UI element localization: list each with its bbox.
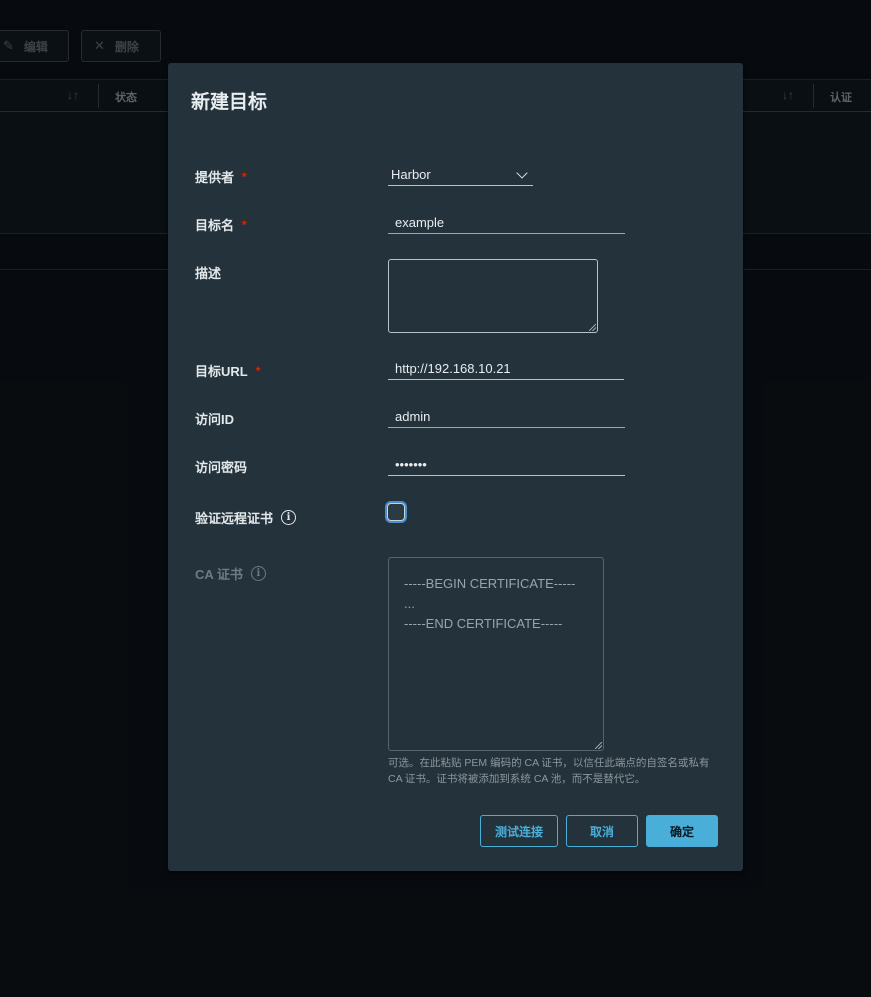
target-url-input[interactable] <box>388 358 624 380</box>
info-icon[interactable]: i <box>281 510 297 525</box>
description-textarea[interactable] <box>388 259 598 333</box>
provider-select-value: Harbor <box>391 167 431 182</box>
access-id-label: 访问ID <box>195 409 234 428</box>
ca-cert-placeholder-line: ... <box>404 596 415 611</box>
resize-grip-icon <box>589 324 596 331</box>
target-name-input[interactable] <box>388 212 625 234</box>
ca-cert-help-text: 可选。在此粘贴 PEM 编码的 CA 证书，以信任此端点的自签名或私有 CA 证… <box>388 757 710 785</box>
description-label: 描述 <box>195 263 221 282</box>
ca-cert-placeholder-line: -----BEGIN CERTIFICATE----- <box>404 576 576 591</box>
new-target-dialog: 新建目标 提供者 * Harbor 目标名 * 描述 目标URL * 访问ID … <box>168 63 743 871</box>
access-secret-label: 访问密码 <box>195 457 247 476</box>
target-name-label-text: 目标名 <box>195 218 235 233</box>
ok-button[interactable]: 确定 <box>646 815 718 847</box>
target-url-label-text: 目标URL <box>195 364 248 379</box>
ca-cert-label: CA 证书 i <box>195 564 266 583</box>
ca-cert-label-text: CA 证书 <box>195 567 243 582</box>
ca-cert-textarea[interactable]: -----BEGIN CERTIFICATE----- ... -----END… <box>388 557 604 751</box>
verify-cert-label-text: 验证远程证书 <box>195 511 274 526</box>
resize-grip-icon[interactable] <box>595 742 602 749</box>
chevron-down-icon <box>516 166 528 179</box>
verify-cert-label: 验证远程证书 i <box>195 508 297 527</box>
access-secret-input[interactable] <box>388 454 625 476</box>
access-id-input[interactable] <box>388 406 625 428</box>
provider-label: 提供者 * <box>195 167 247 186</box>
access-secret-label-text: 访问密码 <box>195 460 248 475</box>
resize-handle[interactable] <box>588 323 597 332</box>
access-id-label-text: 访问ID <box>195 412 235 427</box>
verify-cert-checkbox[interactable] <box>387 503 405 521</box>
required-marker: * <box>242 217 247 232</box>
target-name-label: 目标名 * <box>195 215 247 234</box>
info-icon[interactable]: i <box>250 566 266 581</box>
target-url-label: 目标URL * <box>195 361 260 380</box>
cancel-button[interactable]: 取消 <box>566 815 638 847</box>
dialog-title: 新建目标 <box>191 92 268 113</box>
provider-select[interactable]: Harbor <box>388 164 533 186</box>
description-label-text: 描述 <box>195 266 222 281</box>
required-marker: * <box>242 169 247 184</box>
required-marker: * <box>255 363 261 378</box>
test-connection-button[interactable]: 测试连接 <box>480 815 558 847</box>
provider-label-text: 提供者 <box>195 170 235 185</box>
ca-cert-placeholder-line: -----END CERTIFICATE----- <box>404 616 563 631</box>
